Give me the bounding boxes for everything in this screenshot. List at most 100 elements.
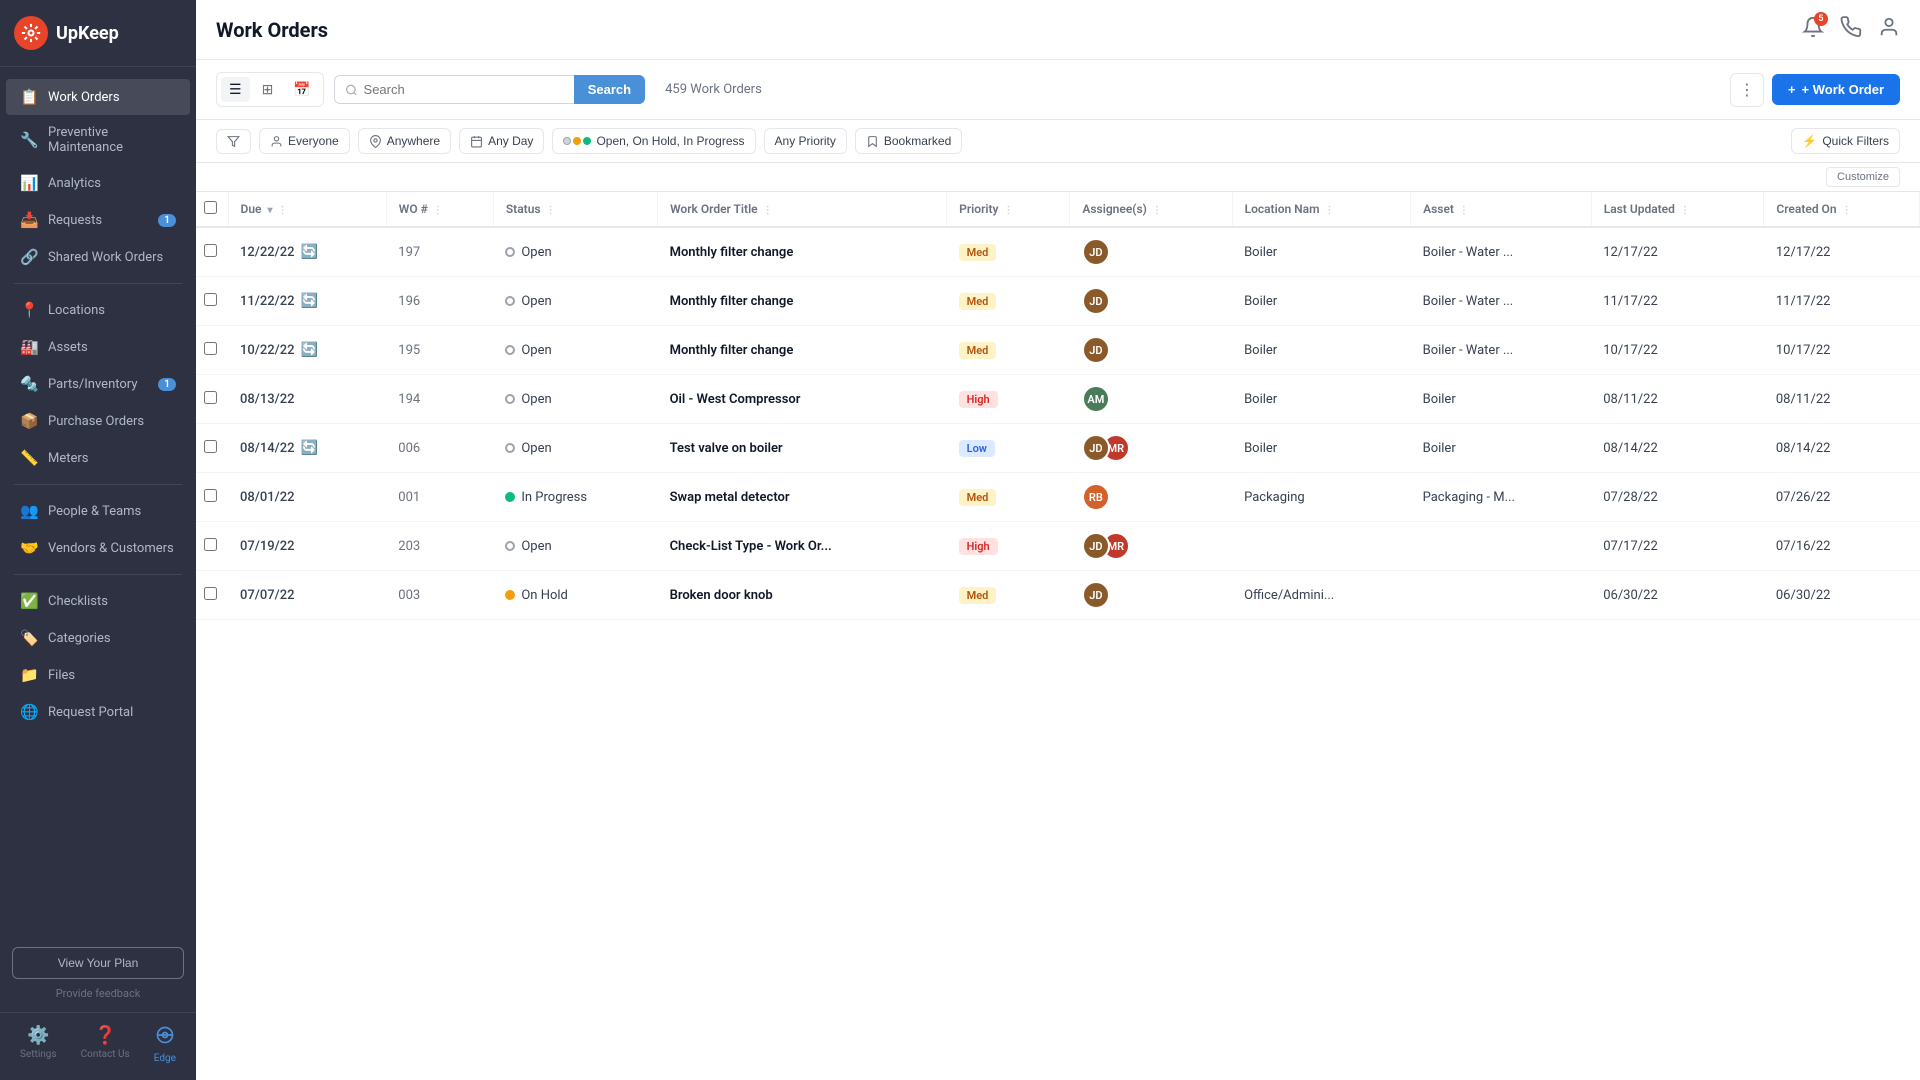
more-options-button[interactable]: ⋮ — [1730, 73, 1764, 107]
sidebar-item-meters[interactable]: 📏 Meters — [6, 440, 190, 476]
select-all-checkbox[interactable] — [196, 192, 228, 227]
sidebar-item-categories[interactable]: 🏷️ Categories — [6, 620, 190, 656]
calendar-view-button[interactable]: 📅 — [285, 77, 318, 102]
sidebar-item-purchase-orders[interactable]: 📦 Purchase Orders — [6, 403, 190, 439]
row-title[interactable]: Test valve on boiler — [658, 424, 947, 473]
col-priority[interactable]: Priority ⋮ — [947, 192, 1070, 227]
sidebar-item-requests[interactable]: 📥 Requests 1 — [6, 202, 190, 238]
table-row[interactable]: 07/19/22 203 Open Check-List Type - Work… — [196, 522, 1920, 571]
assignee-filter-button[interactable]: Everyone — [259, 128, 350, 154]
col-priority-menu[interactable]: ⋮ — [1003, 205, 1013, 216]
logo[interactable]: UpKeep — [0, 0, 196, 67]
row-title[interactable]: Broken door knob — [658, 571, 947, 620]
search-input[interactable] — [364, 82, 564, 97]
table-row[interactable]: 07/07/22 003 On Hold Broken door knob Me… — [196, 571, 1920, 620]
row-checkbox[interactable] — [204, 440, 217, 453]
col-asset-menu[interactable]: ⋮ — [1459, 205, 1469, 216]
notifications-button[interactable]: 5 — [1802, 16, 1824, 43]
view-plan-button[interactable]: View Your Plan — [12, 947, 184, 979]
col-created-on[interactable]: Created On ⋮ — [1764, 192, 1920, 227]
sidebar-item-locations[interactable]: 📍 Locations — [6, 292, 190, 328]
row-status: Open — [493, 375, 657, 424]
sort-icon: ▾ — [267, 205, 272, 216]
add-work-order-button[interactable]: + + Work Order — [1772, 74, 1900, 105]
priority-badge: High — [959, 391, 998, 408]
table-row[interactable]: 08/01/22 001 In Progress Swap metal dete… — [196, 473, 1920, 522]
priority-badge: Med — [959, 489, 997, 506]
status-text: Open — [521, 441, 551, 456]
row-title[interactable]: Monthly filter change — [658, 326, 947, 375]
footer-contact-us[interactable]: ❓ Contact Us — [81, 1025, 130, 1064]
row-checkbox[interactable] — [204, 587, 217, 600]
sidebar-label-assets: Assets — [48, 340, 88, 355]
footer-edge[interactable]: Edge — [154, 1025, 176, 1064]
row-checkbox[interactable] — [204, 293, 217, 306]
provide-feedback-link[interactable]: Provide feedback — [56, 987, 141, 1000]
sidebar-item-parts-inventory[interactable]: 🔩 Parts/Inventory 1 — [6, 366, 190, 402]
sidebar-item-assets[interactable]: 🏭 Assets — [6, 329, 190, 365]
table-row[interactable]: 08/13/22 194 Open Oil - West Compressor … — [196, 375, 1920, 424]
status-filter-button[interactable]: Open, On Hold, In Progress — [552, 128, 755, 154]
table-row[interactable]: 11/22/22 🔄 196 Open Monthly filter chang… — [196, 277, 1920, 326]
status-text: In Progress — [521, 490, 587, 505]
col-asset[interactable]: Asset ⋮ — [1411, 192, 1592, 227]
filter-icon-button[interactable] — [216, 129, 251, 154]
col-location[interactable]: Location Nam ⋮ — [1232, 192, 1411, 227]
row-title[interactable]: Monthly filter change — [658, 227, 947, 277]
table-row[interactable]: 12/22/22 🔄 197 Open Monthly filter chang… — [196, 227, 1920, 277]
grid-view-button[interactable]: ⊞ — [254, 77, 282, 102]
col-assignees-menu[interactable]: ⋮ — [1152, 205, 1162, 216]
date-filter-button[interactable]: Any Day — [459, 128, 544, 154]
col-assignees[interactable]: Assignee(s) ⋮ — [1070, 192, 1232, 227]
sidebar-item-work-orders[interactable]: 📋 Work Orders — [6, 79, 190, 115]
sidebar-item-checklists[interactable]: ✅ Checklists — [6, 583, 190, 619]
priority-filter-button[interactable]: Any Priority — [764, 128, 847, 154]
row-title[interactable]: Oil - West Compressor — [658, 375, 947, 424]
col-last-updated-menu[interactable]: ⋮ — [1680, 205, 1690, 216]
col-last-updated[interactable]: Last Updated ⋮ — [1591, 192, 1764, 227]
location-filter-button[interactable]: Anywhere — [358, 128, 451, 154]
alerts-button[interactable] — [1840, 16, 1862, 43]
row-checkbox[interactable] — [204, 342, 217, 355]
row-checkbox[interactable] — [204, 489, 217, 502]
row-title[interactable]: Check-List Type - Work Or... — [658, 522, 947, 571]
sidebar-item-analytics[interactable]: 📊 Analytics — [6, 165, 190, 201]
quick-filters-button[interactable]: ⚡ Quick Filters — [1791, 128, 1900, 154]
sidebar-item-shared-work-orders[interactable]: 🔗 Shared Work Orders — [6, 239, 190, 275]
col-created-on-menu[interactable]: ⋮ — [1842, 205, 1852, 216]
sidebar-item-preventive-maintenance[interactable]: 🔧 Preventive Maintenance — [6, 116, 190, 164]
col-due-menu[interactable]: ⋮ — [277, 205, 287, 216]
row-priority: High — [947, 522, 1070, 571]
list-view-button[interactable]: ☰ — [221, 77, 250, 102]
col-due[interactable]: Due ▾ ⋮ — [228, 192, 386, 227]
parts-inventory-icon: 🔩 — [20, 375, 38, 393]
row-wo-number: 006 — [386, 424, 493, 473]
bookmarked-filter-button[interactable]: Bookmarked — [855, 128, 962, 154]
col-status-menu[interactable]: ⋮ — [546, 205, 556, 216]
col-title[interactable]: Work Order Title ⋮ — [658, 192, 947, 227]
search-button[interactable]: Search — [574, 75, 645, 104]
settings-icon: ⚙️ — [27, 1025, 49, 1046]
table-row[interactable]: 10/22/22 🔄 195 Open Monthly filter chang… — [196, 326, 1920, 375]
customize-button[interactable]: Customize — [1826, 167, 1900, 187]
shared-work-orders-icon: 🔗 — [20, 248, 38, 266]
col-title-menu[interactable]: ⋮ — [763, 205, 773, 216]
sidebar-item-files[interactable]: 📁 Files — [6, 657, 190, 693]
select-all-input[interactable] — [204, 201, 217, 214]
sidebar-item-people-teams[interactable]: 👥 People & Teams — [6, 493, 190, 529]
row-checkbox[interactable] — [204, 538, 217, 551]
col-location-menu[interactable]: ⋮ — [1325, 205, 1335, 216]
user-menu-button[interactable] — [1878, 16, 1900, 43]
row-checkbox[interactable] — [204, 391, 217, 404]
col-wo[interactable]: WO # ⋮ — [386, 192, 493, 227]
footer-settings[interactable]: ⚙️ Settings — [20, 1025, 57, 1064]
row-checkbox[interactable] — [204, 244, 217, 257]
col-status[interactable]: Status ⋮ — [493, 192, 657, 227]
col-wo-menu[interactable]: ⋮ — [433, 205, 443, 216]
row-created-on: 07/26/22 — [1764, 473, 1920, 522]
table-row[interactable]: 08/14/22 🔄 006 Open Test valve on boiler… — [196, 424, 1920, 473]
row-title[interactable]: Monthly filter change — [658, 277, 947, 326]
sidebar-item-request-portal[interactable]: 🌐 Request Portal — [6, 694, 190, 730]
sidebar-item-vendors-customers[interactable]: 🤝 Vendors & Customers — [6, 530, 190, 566]
row-title[interactable]: Swap metal detector — [658, 473, 947, 522]
